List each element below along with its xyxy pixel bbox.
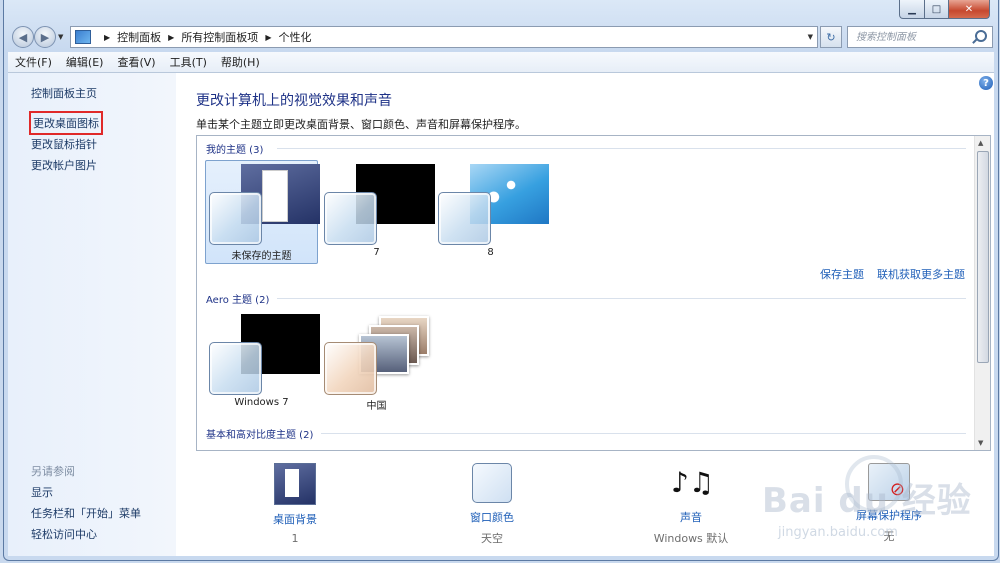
setting-value: 天空: [481, 532, 503, 545]
desktop-background-icon: [274, 463, 316, 505]
refresh-button[interactable]: ↻: [820, 26, 842, 48]
window-color-swatch: [324, 342, 377, 395]
setting-label[interactable]: 声音: [636, 509, 746, 525]
see-also-heading: 另请参阅: [31, 465, 75, 478]
setting-sounds[interactable]: ♪♫ 声音 Windows 默认: [636, 463, 746, 546]
group-divider: [321, 433, 966, 434]
menu-bar: 文件(F) 编辑(E) 查看(V) 工具(T) 帮助(H): [8, 52, 994, 73]
setting-value: 1: [291, 532, 299, 545]
setting-label[interactable]: 桌面背景: [240, 511, 350, 527]
get-more-themes-link[interactable]: 联机获取更多主题: [877, 266, 965, 282]
forward-button[interactable]: ▶: [34, 26, 56, 48]
setting-desktop-background[interactable]: 桌面背景 1: [240, 463, 350, 545]
group-divider: [277, 298, 966, 299]
menu-edit[interactable]: 编辑(E): [59, 54, 111, 70]
refresh-icon: ↻: [826, 30, 836, 44]
page-subtitle: 单击某个主题立即更改桌面背景、窗口颜色、声音和屏幕保护程序。: [196, 118, 526, 131]
setting-value: Windows 默认: [653, 532, 729, 545]
sidebar-link-ease-of-access[interactable]: 轻松访问中心: [31, 526, 97, 542]
navigation-bar: ◀ ▶ ▼ ▶ 控制面板 ▶ 所有控制面板项 ▶ 个性化 ▼ ↻: [8, 24, 994, 50]
task-sidebar: 控制面板主页 更改桌面图标 更改鼠标指针 更改帐户图片 另请参阅 显示 任务栏和…: [8, 73, 176, 556]
theme-unsaved[interactable]: 未保存的主题: [205, 160, 320, 264]
menu-file[interactable]: 文件(F): [8, 54, 59, 70]
theme-8[interactable]: 8: [434, 160, 549, 264]
main-pane: 控制面板主页 更改桌面图标 更改鼠标指针 更改帐户图片 另请参阅 显示 任务栏和…: [8, 73, 994, 556]
back-arrow-icon: ◀: [18, 30, 28, 44]
page-title: 更改计算机上的视觉效果和声音: [196, 93, 392, 109]
breadcrumb-control-panel[interactable]: 控制面板: [117, 29, 161, 45]
control-panel-icon: [75, 30, 91, 44]
sidebar-link-change-desktop-icons[interactable]: 更改桌面图标: [29, 111, 103, 135]
scroll-up-icon[interactable]: ▲: [978, 139, 983, 147]
forward-arrow-icon: ▶: [40, 30, 50, 44]
theme-windows-7[interactable]: Windows 7: [205, 310, 320, 414]
theme-label: Windows 7: [234, 397, 289, 408]
sidebar-link-control-panel-home[interactable]: 控制面板主页: [31, 85, 97, 101]
window-color-icon: [472, 463, 512, 503]
search-icon[interactable]: [975, 30, 987, 42]
sidebar-link-taskbar-start-menu[interactable]: 任务栏和「开始」菜单: [31, 505, 141, 521]
search-input[interactable]: [854, 30, 974, 44]
maximize-button[interactable]: □: [925, 0, 949, 19]
theme-7[interactable]: 7: [320, 160, 435, 264]
sound-icon: ♪♫: [671, 466, 714, 499]
window-color-swatch: [209, 192, 262, 245]
theme-list[interactable]: 我的主题 (3) 未保存的主题 7 8 保存主题 联机获取更多主题 Aero 主…: [196, 135, 991, 451]
chevron-right-icon[interactable]: ▶: [265, 33, 271, 42]
save-theme-link[interactable]: 保存主题: [820, 266, 864, 282]
sidebar-link-change-account-picture[interactable]: 更改帐户图片: [31, 157, 97, 173]
recent-pages-dropdown-icon[interactable]: ▼: [58, 33, 63, 41]
breadcrumb-all-items[interactable]: 所有控制面板项: [181, 29, 258, 45]
setting-screen-saver[interactable]: 屏幕保护程序 无: [834, 463, 944, 544]
start-menu-preview: [262, 170, 288, 222]
theme-label: 8: [487, 247, 494, 258]
menu-view[interactable]: 查看(V): [110, 54, 162, 70]
address-bar[interactable]: ▶ 控制面板 ▶ 所有控制面板项 ▶ 个性化 ▼: [70, 26, 818, 48]
menu-help[interactable]: 帮助(H): [214, 54, 267, 70]
theme-label: 未保存的主题: [231, 251, 292, 262]
scroll-down-icon[interactable]: ▼: [978, 439, 983, 447]
theme-label: 7: [373, 247, 380, 258]
setting-label[interactable]: 窗口颜色: [437, 509, 547, 525]
theme-label: 中国: [366, 401, 387, 412]
personalization-window: ▁ □ ✕ ◀ ▶ ▼ ▶ 控制面板 ▶ 所有控制面板项 ▶ 个性化 ▼ ↻ 文…: [3, 0, 999, 561]
back-button[interactable]: ◀: [12, 26, 34, 48]
address-dropdown-icon[interactable]: ▼: [808, 33, 813, 41]
caption-buttons: ▁ □ ✕: [899, 0, 990, 19]
theme-china[interactable]: 中国: [320, 310, 433, 414]
chevron-right-icon[interactable]: ▶: [104, 33, 110, 42]
setting-label[interactable]: 屏幕保护程序: [834, 507, 944, 523]
group-title-my-themes[interactable]: 我的主题 (3): [206, 141, 263, 156]
group-title-basic-high-contrast[interactable]: 基本和高对比度主题 (2): [206, 426, 313, 441]
search-box[interactable]: [847, 26, 993, 48]
theme-list-scrollbar[interactable]: ▲ ▼: [974, 136, 990, 450]
sidebar-link-display[interactable]: 显示: [31, 484, 53, 500]
window-color-swatch: [438, 192, 491, 245]
setting-value: 无: [883, 530, 895, 543]
window-color-swatch: [209, 342, 262, 395]
window-color-swatch: [324, 192, 377, 245]
close-button[interactable]: ✕: [949, 0, 990, 19]
minimize-button[interactable]: ▁: [899, 0, 925, 19]
breadcrumb-personalization[interactable]: 个性化: [278, 29, 311, 45]
screen-saver-icon: [868, 463, 910, 501]
scrollbar-thumb[interactable]: [977, 151, 989, 363]
menu-tools[interactable]: 工具(T): [163, 54, 214, 70]
chevron-right-icon[interactable]: ▶: [168, 33, 174, 42]
sidebar-link-change-mouse-pointers[interactable]: 更改鼠标指针: [31, 136, 97, 152]
group-title-aero-themes[interactable]: Aero 主题 (2): [206, 291, 269, 306]
setting-window-color[interactable]: 窗口颜色 天空: [437, 463, 547, 546]
help-icon[interactable]: ?: [979, 76, 993, 90]
group-divider: [277, 148, 966, 149]
